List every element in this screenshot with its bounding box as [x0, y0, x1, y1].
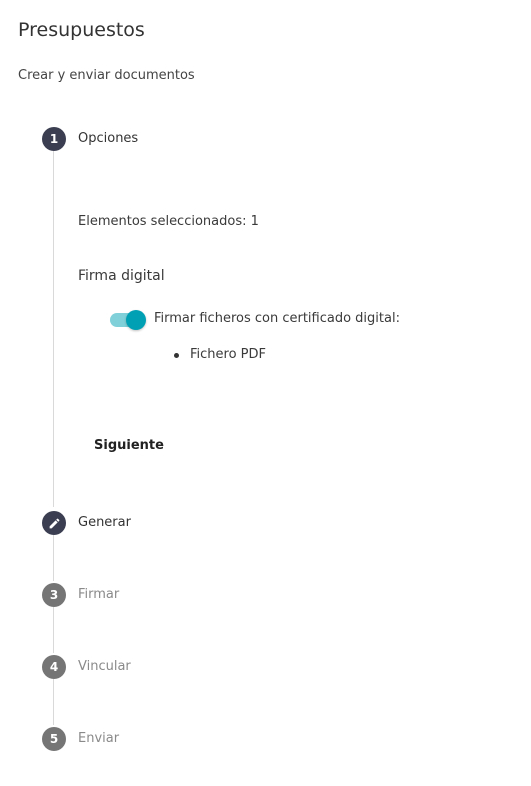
file-name: Fichero PDF: [190, 347, 267, 362]
step-5-number-badge: 5: [42, 727, 66, 751]
step-connector: [53, 535, 54, 581]
pencil-icon: [49, 518, 59, 528]
step-connector: [53, 151, 54, 507]
step-3-label[interactable]: Firmar: [78, 587, 119, 602]
bullet-icon: [174, 353, 179, 358]
step-5-label[interactable]: Enviar: [78, 731, 119, 746]
step-2-badge: [42, 511, 66, 535]
page-subtitle: Crear y enviar documentos: [18, 68, 195, 83]
digital-signature-title: Firma digital: [78, 268, 165, 284]
step-connector: [53, 679, 54, 725]
sign-files-toggle[interactable]: [110, 310, 146, 330]
page: Presupuestos Crear y enviar documentos 1…: [0, 0, 531, 786]
step-3-number-badge: 3: [42, 583, 66, 607]
step-1-number-badge: 1: [42, 127, 66, 151]
step-connector: [53, 607, 54, 653]
toggle-thumb: [126, 310, 146, 330]
page-title: Presupuestos: [18, 19, 145, 41]
list-item: Fichero PDF: [174, 347, 266, 362]
selected-count-text: Elementos seleccionados: 1: [78, 214, 259, 229]
step-2-label[interactable]: Generar: [78, 515, 131, 530]
step-4-number-badge: 4: [42, 655, 66, 679]
file-list: Fichero PDF: [174, 347, 266, 362]
next-button[interactable]: Siguiente: [84, 429, 174, 461]
step-4-label[interactable]: Vincular: [78, 659, 131, 674]
sign-files-toggle-label: Firmar ficheros con certificado digital:: [154, 311, 400, 326]
step-1-label[interactable]: Opciones: [78, 131, 138, 146]
